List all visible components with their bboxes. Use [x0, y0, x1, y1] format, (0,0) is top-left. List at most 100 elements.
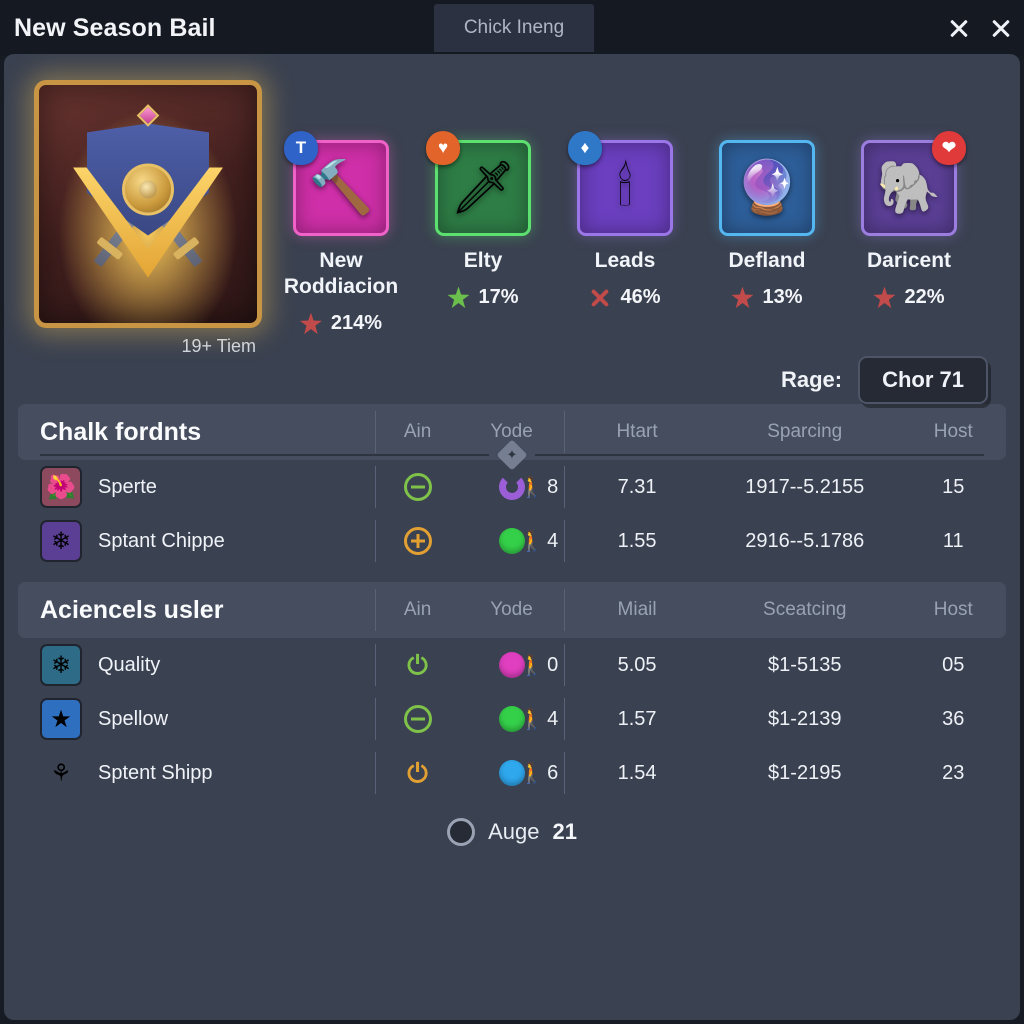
plus-circle-icon — [403, 527, 432, 555]
item-name: Elty — [463, 249, 503, 272]
column-header: Host — [933, 599, 973, 620]
ain-cell — [376, 473, 458, 501]
rage-row: Rage: Chor 71 — [781, 356, 988, 404]
star-icon — [731, 286, 754, 309]
item-card[interactable]: 🗡 ♥ Elty 17% — [424, 131, 542, 335]
gem-icon — [136, 104, 160, 127]
item-card[interactable]: 🕯 ♦ Leads 46% — [566, 131, 684, 335]
divider-line-right — [535, 454, 984, 456]
row-name-cell: ★ Spellow — [18, 698, 375, 740]
person-icon: 🚶 — [519, 654, 545, 677]
value-cell: 1.55 — [617, 529, 657, 552]
row-thumbnail-icon: 🌺 — [40, 466, 82, 508]
yode-value: 8 — [547, 475, 559, 498]
host-cell: 11 — [942, 529, 964, 552]
minus-circle-icon — [403, 705, 432, 733]
ain-cell — [376, 705, 458, 733]
window-title: New Season Bail — [14, 13, 216, 42]
value-cell: 5.05 — [617, 653, 657, 676]
footer-label: Auge — [488, 819, 540, 844]
window-actions — [948, 0, 1012, 56]
item-tile[interactable]: 🐘 ❤ — [861, 131, 966, 236]
power-icon: ⏻ — [407, 650, 428, 680]
yode-value: 6 — [547, 761, 559, 784]
person-icon: 🚶 — [519, 708, 545, 731]
circle-icon — [447, 818, 476, 846]
hero-card[interactable] — [34, 80, 262, 328]
value-cell: 1.54 — [617, 761, 657, 784]
host-cell: 36 — [942, 707, 965, 730]
table-row[interactable]: ❄ Quality ⏻ 🚶 0 5.05 $1-5135 05 — [18, 638, 1006, 692]
rage-value-button[interactable]: Chor 71 — [858, 356, 988, 404]
yode-value: 0 — [547, 653, 559, 676]
column-header: Ain — [403, 599, 432, 620]
x-icon — [589, 287, 611, 309]
value-cell: 7.31 — [617, 475, 657, 498]
item-tile[interactable]: 🗡 ♥ — [426, 131, 531, 236]
item-tile[interactable]: 🔨 T — [284, 131, 389, 236]
person-icon: 🚶 — [519, 476, 545, 499]
column-header: Sparcing — [767, 421, 843, 442]
minus-circle-icon — [403, 473, 432, 501]
data-section: Aciencels usler Ain Yode Miail Sceatcing Host… — [18, 582, 1006, 800]
value-cell: 1917--5.2155 — [745, 475, 865, 498]
item-art-icon: 🔮 — [734, 159, 800, 217]
row-label: Sperte — [98, 475, 157, 498]
star-icon — [873, 286, 896, 309]
table-row[interactable]: ⚘ Sptent Shipp ⏻ 🚶 6 1.54 $1-2195 23 — [18, 746, 1006, 800]
item-stat: 22% — [850, 286, 968, 309]
star-icon — [447, 286, 470, 309]
value-cell: 1.57 — [617, 707, 657, 730]
diamond-ornament-icon — [496, 439, 528, 471]
yode-value: 4 — [547, 707, 559, 730]
item-tile[interactable]: 🕯 ♦ — [568, 131, 673, 236]
item-stat-value: 214% — [330, 312, 383, 335]
item-name: Leads — [594, 249, 656, 272]
power-icon: ⏻ — [407, 758, 428, 788]
section-header: Aciencels usler Ain Yode Miail Sceatcing Host — [18, 582, 1006, 638]
ain-cell: ⏻ — [376, 760, 458, 786]
table-row[interactable]: ★ Spellow 🚶 4 1.57 $1-2139 36 — [18, 692, 1006, 746]
tab-strip: Chick Ineng — [434, 4, 594, 52]
column-header: Sceatcing — [763, 599, 847, 620]
item-tile[interactable]: 🔮 — [719, 140, 815, 236]
rage-label: Rage: — [780, 367, 843, 392]
item-stat: 13% — [708, 286, 826, 309]
person-icon: 🚶 — [519, 762, 545, 785]
close-icon[interactable] — [990, 17, 1012, 39]
close-icon-secondary[interactable] — [948, 17, 970, 39]
column-header: Htart — [616, 421, 658, 442]
column-header: Miail — [617, 599, 657, 620]
tab-chick-ineng[interactable]: Chick Ineng — [434, 4, 594, 52]
value-cell: $1-2139 — [768, 707, 842, 730]
yode-value: 4 — [547, 529, 559, 552]
row-label: Sptent Shipp — [98, 761, 213, 784]
footer[interactable]: Auge 21 — [4, 818, 1020, 846]
host-cell: 15 — [942, 475, 965, 498]
item-list: 🔨 T New Roddiacion 214% 🗡 ♥ Elty 17% 🕯 ♦ Leads 46% 🔮… — [282, 131, 968, 335]
item-card[interactable]: 🔨 T New Roddiacion 214% — [282, 131, 400, 335]
host-cell: 23 — [942, 761, 965, 784]
section-title: Aciencels usler — [40, 595, 224, 624]
item-badge-icon: ❤ — [932, 131, 966, 165]
footer-value: 21 — [552, 819, 577, 844]
value-cell: $1-2195 — [768, 761, 842, 784]
item-card[interactable]: 🔮 Defland 13% — [708, 140, 826, 335]
person-icon: 🚶 — [519, 530, 545, 553]
column-header: Yode — [490, 599, 533, 620]
item-art-icon: 🔨 — [308, 159, 374, 217]
row-name-cell: ❄ Sptant Chippe — [18, 520, 375, 562]
table-row[interactable]: ❄ Sptant Chippe 🚶 4 1.55 2916--5.1786 11 — [18, 514, 1006, 568]
row-label: Quality — [98, 653, 161, 676]
hero-portrait-block[interactable]: 19+ Tiem — [34, 80, 262, 357]
item-badge-icon: ♥ — [426, 131, 460, 165]
item-stat-value: 46% — [620, 286, 661, 309]
data-section: Chalk fordnts Ain Yode Htart Sparcing Host 🌺 Sp… — [18, 404, 1006, 568]
item-name: Defland — [728, 249, 806, 272]
ain-cell: ⏻ — [376, 652, 458, 678]
item-card[interactable]: 🐘 ❤ Daricent 22% — [850, 131, 968, 335]
item-stat: 214% — [282, 312, 400, 335]
column-header: Host — [933, 421, 973, 442]
row-name-cell: ⚘ Sptent Shipp — [18, 752, 375, 794]
item-stat-value: 22% — [904, 286, 945, 309]
